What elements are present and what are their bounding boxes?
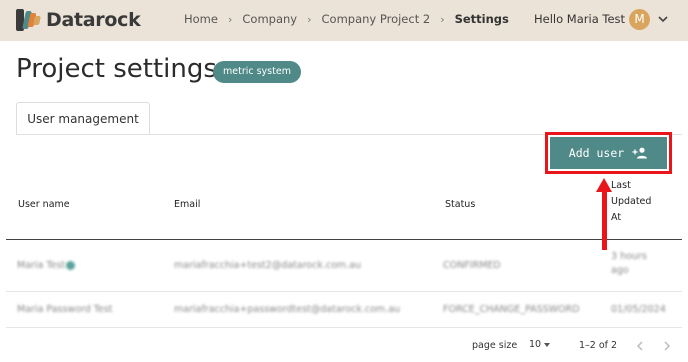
table-row-name: Maria Test bbox=[17, 260, 76, 271]
breadcrumb-home[interactable]: Home bbox=[184, 12, 218, 26]
verified-icon bbox=[66, 261, 76, 270]
user-name-cell: Maria Test bbox=[17, 260, 66, 271]
table-header-divider bbox=[6, 239, 682, 240]
next-page-icon[interactable] bbox=[660, 339, 674, 353]
updated-line: ago bbox=[611, 265, 629, 276]
page-title: Project settings bbox=[16, 54, 217, 84]
page-size-select[interactable]: 10 bbox=[529, 339, 541, 350]
arrow-up-icon bbox=[596, 178, 612, 192]
column-header-last-updated[interactable]: Last Updated At bbox=[611, 178, 651, 226]
column-header-last-updated-line: At bbox=[611, 212, 622, 223]
breadcrumb-project[interactable]: Company Project 2 bbox=[322, 12, 431, 26]
previous-page-icon[interactable] bbox=[633, 339, 647, 353]
row-divider bbox=[6, 291, 682, 292]
breadcrumb-company[interactable]: Company bbox=[242, 12, 297, 26]
chevron-right-icon: › bbox=[227, 12, 233, 26]
table-row-status: FORCE_CHANGE_PASSWORD bbox=[443, 304, 580, 315]
top-bar: Datarock Home › Company › Company Projec… bbox=[0, 0, 688, 41]
table-row-updated: 01/05/2024 bbox=[611, 304, 666, 315]
chevron-right-icon: › bbox=[440, 12, 445, 26]
app-name: Datarock bbox=[46, 9, 141, 31]
column-header-email[interactable]: Email bbox=[174, 199, 200, 210]
user-greeting: Hello Maria Test bbox=[534, 12, 626, 26]
caret-down-icon[interactable] bbox=[544, 343, 550, 347]
arrow-annotation bbox=[602, 190, 607, 250]
breadcrumb-settings: Settings bbox=[454, 12, 509, 26]
highlight-box bbox=[545, 132, 672, 174]
updated-line: 3 hours bbox=[611, 251, 647, 262]
avatar[interactable]: M bbox=[629, 9, 650, 30]
page-size-label: page size bbox=[472, 340, 518, 351]
chevron-right-icon: › bbox=[307, 12, 312, 26]
column-header-user-name[interactable]: User name bbox=[18, 199, 70, 210]
page-range: 1–2 of 2 bbox=[579, 340, 618, 351]
table-row-status: CONFIRMED bbox=[443, 260, 501, 271]
chevron-down-icon[interactable] bbox=[656, 12, 670, 26]
logo[interactable]: Datarock bbox=[16, 6, 141, 34]
datarock-logo-icon bbox=[16, 9, 42, 31]
column-header-last-updated-line: Last bbox=[611, 180, 631, 191]
column-header-last-updated-line: Updated bbox=[611, 196, 652, 207]
table-row-email: mariafracchia+test2@datarock.com.au bbox=[174, 260, 361, 271]
unit-system-badge: metric system bbox=[213, 61, 301, 83]
tab-user-management[interactable]: User management bbox=[16, 102, 150, 135]
table-row-updated: 3 hours ago bbox=[611, 250, 647, 278]
column-header-status[interactable]: Status bbox=[445, 199, 475, 210]
table-row-email: mariafracchia+passwordtest@datarock.com.… bbox=[174, 304, 401, 315]
table-footer-divider bbox=[6, 327, 682, 328]
breadcrumb: Home › Company › Company Project 2 › Set… bbox=[184, 12, 509, 26]
table-row-name: Maria Password Test bbox=[17, 304, 113, 315]
